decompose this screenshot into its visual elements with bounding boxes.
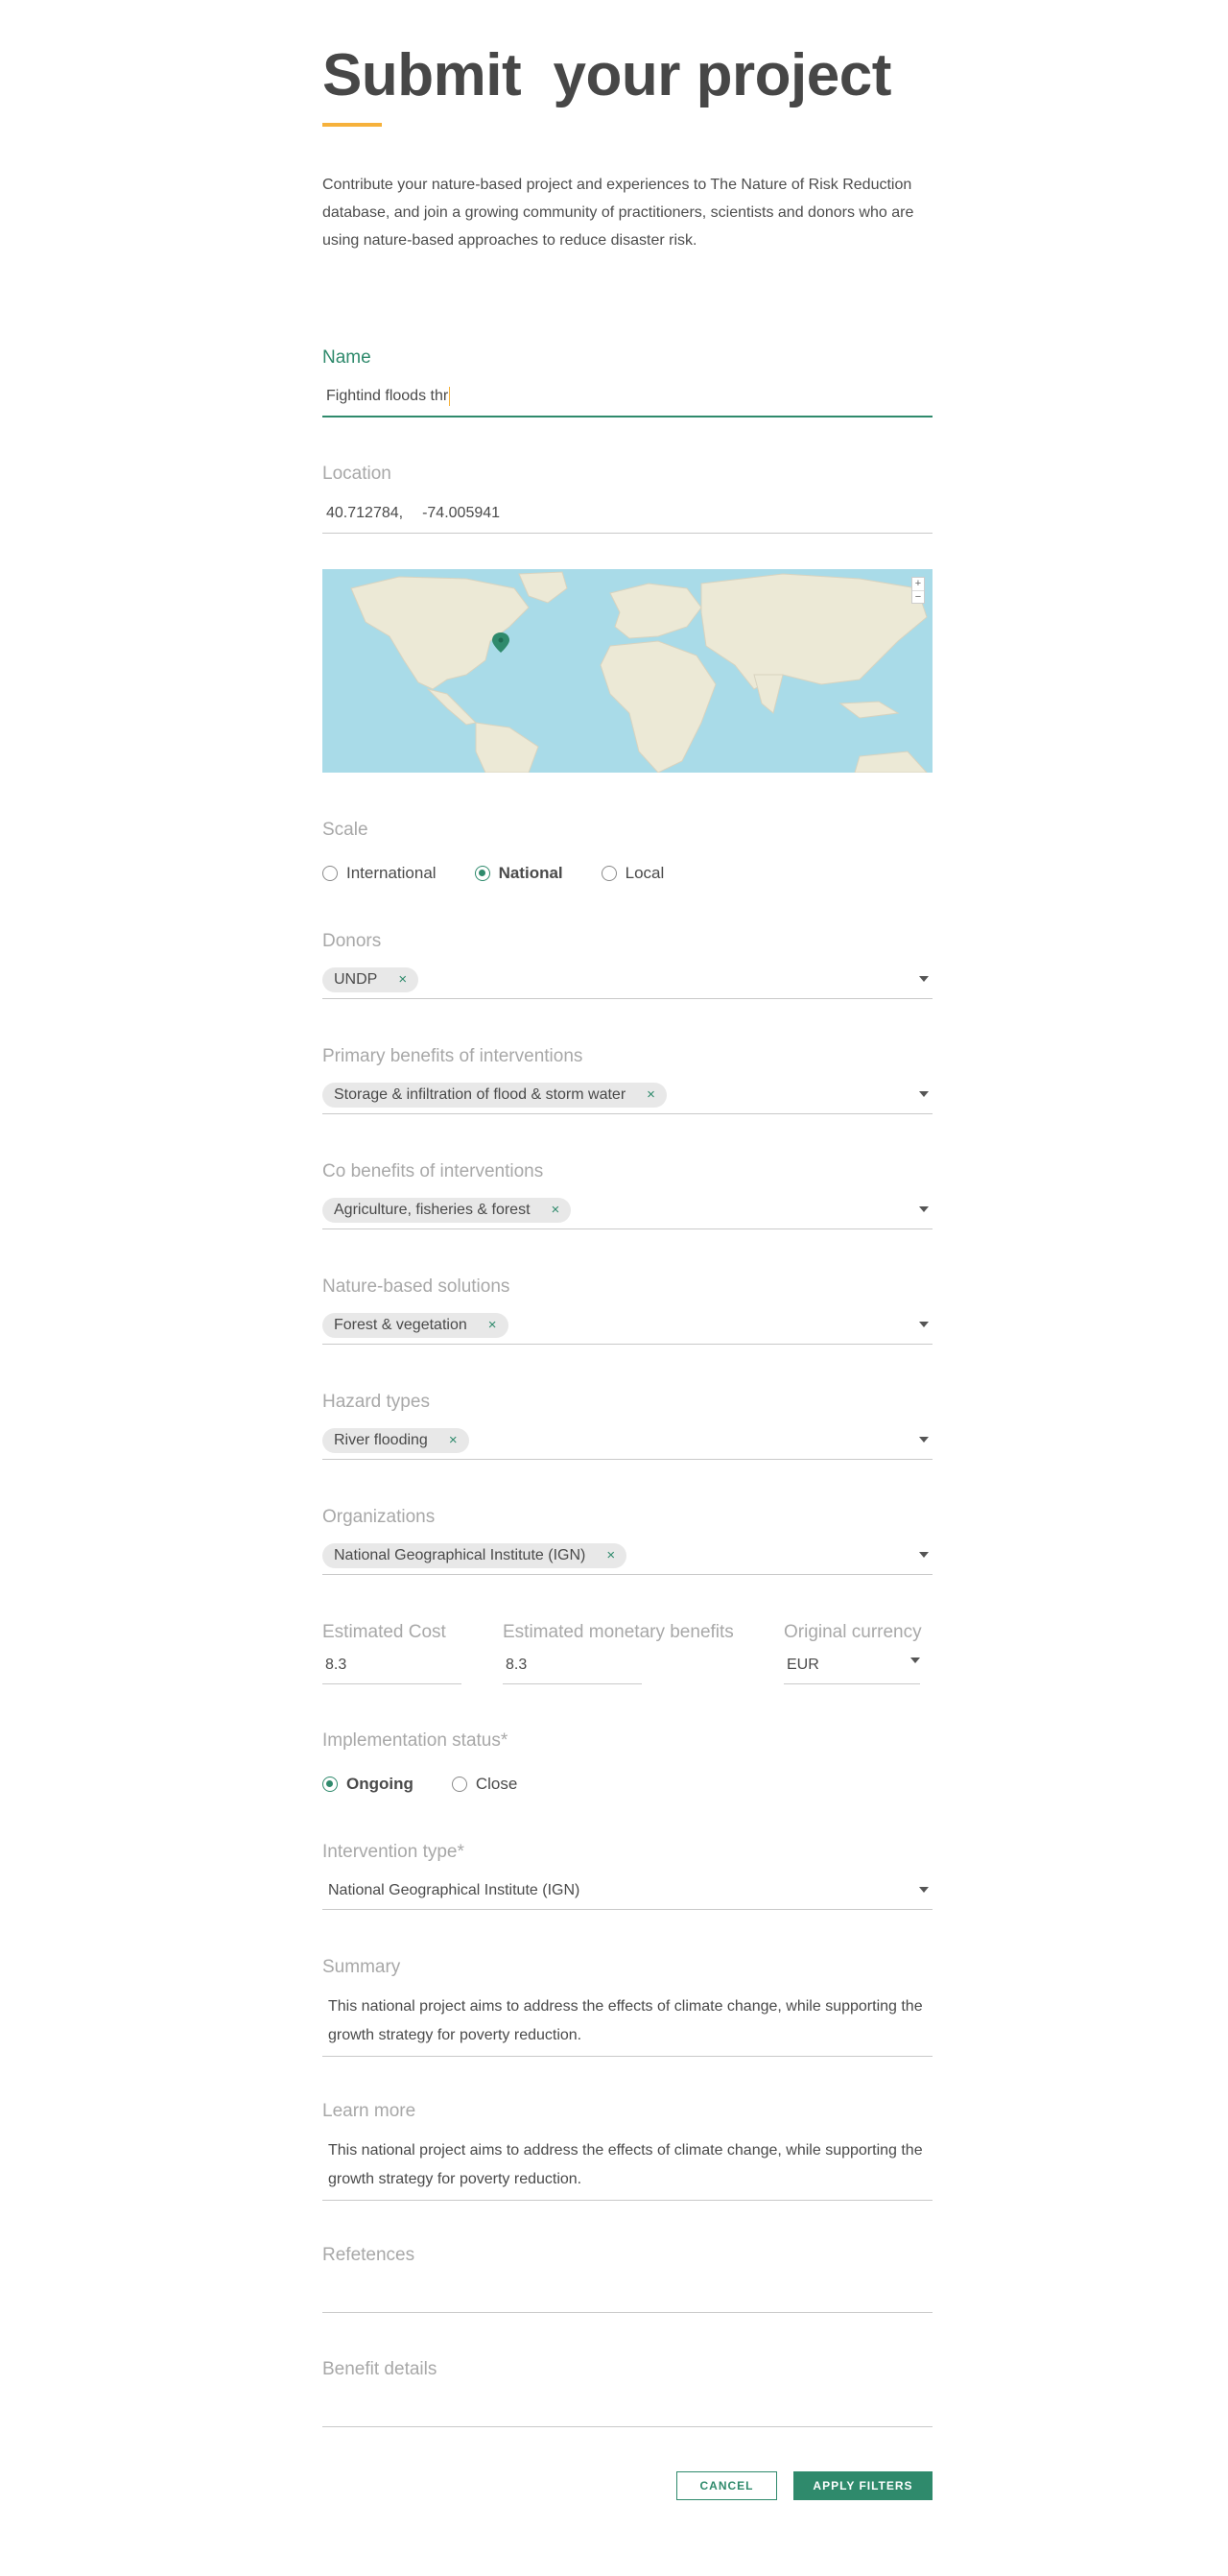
map-zoom-controls: + −	[911, 577, 925, 604]
chip-label: Forest & vegetation	[334, 1316, 467, 1333]
chip-label: Agriculture, fisheries & forest	[334, 1201, 531, 1218]
scale-radio-group: International National Local	[322, 864, 702, 883]
learn-more-label: Learn more	[322, 2101, 416, 2121]
cancel-button[interactable]: CANCEL	[676, 2471, 777, 2500]
donors-select[interactable]: UNDP ×	[322, 961, 933, 999]
location-map[interactable]: + −	[322, 569, 933, 773]
scale-option-international[interactable]: International	[322, 864, 437, 883]
scale-option-national[interactable]: National	[474, 864, 563, 883]
currency-select[interactable]: EUR	[784, 1646, 920, 1684]
implementation-status-radio-group: Ongoing Close	[322, 1775, 555, 1794]
chip-remove-icon[interactable]: ×	[552, 1202, 560, 1218]
summary-label: Summary	[322, 1957, 401, 1977]
chip-remove-icon[interactable]: ×	[398, 971, 407, 988]
location-label: Location	[322, 464, 391, 484]
implementation-status-label: Implementation status*	[322, 1730, 508, 1751]
chip-remove-icon[interactable]: ×	[606, 1547, 615, 1563]
radio-label: Close	[475, 1775, 518, 1793]
chip-label: National Geographical Institute (IGN)	[334, 1546, 586, 1563]
estimated-cost-input[interactable]: 8.3	[322, 1646, 461, 1684]
chevron-down-icon[interactable]	[919, 1091, 929, 1097]
chevron-down-icon[interactable]	[910, 1658, 920, 1663]
estimated-cost-label: Estimated Cost	[322, 1622, 446, 1642]
radio-label: Ongoing	[346, 1775, 413, 1793]
location-input[interactable]: 40.712784, -74.005941	[322, 493, 933, 534]
intervention-type-select[interactable]: National Geographical Institute (IGN)	[322, 1872, 933, 1910]
currency-value: EUR	[787, 1656, 819, 1673]
radio-icon	[601, 866, 617, 881]
nature-based-chip: Forest & vegetation ×	[322, 1312, 508, 1338]
radio-label: Local	[625, 864, 665, 882]
estimated-cost-value: 8.3	[325, 1656, 347, 1673]
intro-text: Contribute your nature-based project and…	[322, 177, 914, 249]
references-label: Refetences	[322, 2245, 415, 2265]
hazard-type-chip: River flooding ×	[322, 1427, 469, 1453]
primary-benefits-select[interactable]: Storage & infiltration of flood & storm …	[322, 1076, 933, 1114]
organizations-select[interactable]: National Geographical Institute (IGN) ×	[322, 1537, 933, 1575]
chip-remove-icon[interactable]: ×	[647, 1086, 655, 1103]
status-option-ongoing[interactable]: Ongoing	[322, 1775, 413, 1794]
chevron-down-icon[interactable]	[919, 1887, 929, 1893]
intervention-type-value: National Geographical Institute (IGN)	[328, 1881, 580, 1898]
name-label: Name	[322, 347, 371, 368]
apply-filters-button[interactable]: APPLY FILTERS	[793, 2471, 933, 2500]
radio-icon	[451, 1777, 467, 1792]
scale-label: Scale	[322, 820, 368, 840]
title-underline	[322, 123, 382, 127]
hazard-types-select[interactable]: River flooding ×	[322, 1421, 933, 1460]
zoom-in-button[interactable]: +	[912, 578, 924, 590]
monetary-benefits-value: 8.3	[506, 1656, 528, 1673]
chip-remove-icon[interactable]: ×	[488, 1317, 497, 1333]
benefit-details-label: Benefit details	[322, 2359, 437, 2379]
chevron-down-icon[interactable]	[919, 1322, 929, 1327]
benefit-details-input[interactable]	[322, 2387, 933, 2427]
monetary-benefits-input[interactable]: 8.3	[503, 1646, 642, 1684]
hazard-types-label: Hazard types	[322, 1392, 430, 1412]
co-benefits-label: Co benefits of interventions	[322, 1161, 544, 1181]
intervention-type-label: Intervention type*	[322, 1842, 464, 1862]
co-benefits-select[interactable]: Agriculture, fisheries & forest ×	[322, 1191, 933, 1229]
learn-more-textarea[interactable]: This national project aims to address th…	[322, 2129, 933, 2201]
currency-label: Original currency	[784, 1622, 922, 1642]
chip-label: River flooding	[334, 1431, 428, 1448]
primary-benefits-label: Primary benefits of interventions	[322, 1046, 583, 1066]
name-input-value: Fightind floods thr	[326, 388, 449, 404]
radio-icon	[322, 866, 338, 881]
submit-project-page: Submit your project Contribute your natu…	[0, 0, 1228, 2576]
chevron-down-icon[interactable]	[919, 1206, 929, 1212]
donors-label: Donors	[322, 931, 382, 951]
monetary-benefits-label: Estimated monetary benefits	[503, 1622, 734, 1642]
radio-label: National	[498, 864, 563, 882]
radio-selected-icon	[474, 866, 490, 881]
nature-based-label: Nature-based solutions	[322, 1276, 510, 1297]
name-input[interactable]: Fightind floods thr	[322, 377, 933, 417]
map-marker-icon[interactable]	[492, 632, 509, 653]
references-input[interactable]	[322, 2273, 933, 2313]
zoom-out-button[interactable]: −	[912, 590, 924, 603]
donor-chip: UNDP ×	[322, 966, 419, 992]
chip-label: UNDP	[334, 970, 378, 988]
organization-chip: National Geographical Institute (IGN) ×	[322, 1542, 627, 1568]
primary-benefit-chip: Storage & infiltration of flood & storm …	[322, 1082, 667, 1108]
longitude-value: -74.005941	[422, 504, 501, 521]
nature-based-select[interactable]: Forest & vegetation ×	[322, 1306, 933, 1345]
chevron-down-icon[interactable]	[919, 1437, 929, 1443]
chip-label: Storage & infiltration of flood & storm …	[334, 1085, 626, 1103]
radio-label: International	[346, 864, 437, 882]
organizations-label: Organizations	[322, 1507, 436, 1527]
chevron-down-icon[interactable]	[919, 976, 929, 982]
scale-option-local[interactable]: Local	[601, 864, 665, 883]
text-cursor	[449, 387, 451, 406]
co-benefit-chip: Agriculture, fisheries & forest ×	[322, 1197, 572, 1223]
chip-remove-icon[interactable]: ×	[449, 1432, 458, 1448]
status-option-close[interactable]: Close	[451, 1775, 518, 1794]
summary-textarea[interactable]: This national project aims to address th…	[322, 1985, 933, 2057]
latitude-value: 40.712784,	[326, 504, 404, 521]
radio-selected-icon	[322, 1777, 338, 1792]
page-title: Submit your project	[322, 42, 891, 108]
chevron-down-icon[interactable]	[919, 1552, 929, 1558]
world-map	[350, 571, 928, 773]
